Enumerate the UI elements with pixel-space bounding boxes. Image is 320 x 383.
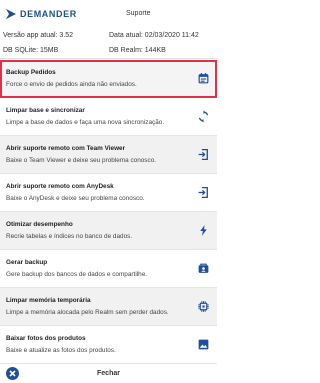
menu-item-desc: Limpe a memória alocada pelo Realm sem p… xyxy=(6,309,169,316)
menu-item-otimizar[interactable]: Otimizar desempenho Recrie tabelas e índ… xyxy=(0,212,217,250)
brand-name: DEMANDER xyxy=(20,9,77,19)
menu-item-desc: Baixe e atualize as fotos dos produtos. xyxy=(6,347,116,354)
sqlite-size-text: DB SQLite: 15MB xyxy=(3,47,59,54)
info-row-db: DB SQLite: 15MB DB Realm: 144KB xyxy=(0,44,217,59)
app-header: DEMANDER Suporte xyxy=(0,0,217,30)
menu-item-desc: Recrie tabelas e índices no banco de dad… xyxy=(6,233,133,240)
menu-item-limpar-memoria[interactable]: Limpar memória temporária Limpe a memóri… xyxy=(0,288,217,326)
menu-item-teamviewer[interactable]: Abrir suporte remoto com Team Viewer Bai… xyxy=(0,136,217,174)
image-icon xyxy=(198,339,209,350)
menu-item-desc: Limpe a base de dados e faça uma nova si… xyxy=(6,119,165,126)
current-date-text: Data atual: 02/03/2020 11:42 xyxy=(109,32,199,39)
realm-size-text: DB Realm: 144KB xyxy=(109,47,166,54)
menu-item-title: Abrir suporte remoto com Team Viewer xyxy=(6,145,126,152)
menu-item-title: Limpar memória temporária xyxy=(6,297,91,304)
menu-item-desc: Force o envio de pedidos ainda não envia… xyxy=(6,81,137,88)
sync-icon xyxy=(198,110,209,123)
menu-item-title: Gerar backup xyxy=(6,259,48,266)
menu-item-anydesk[interactable]: Abrir suporte remoto com AnyDesk Baixe o… xyxy=(0,174,217,212)
app-version-text: Versão app atual: 3.52 xyxy=(3,32,74,39)
menu-item-limpar-base[interactable]: Limpar base e sincronizar Limpe a base d… xyxy=(0,98,217,136)
menu-item-title: Backup Pedidos xyxy=(6,69,56,76)
page-title: Suporte xyxy=(126,10,151,17)
menu-item-desc: Baixe o Team Viewer e deixe seu problema… xyxy=(6,157,157,164)
menu-item-gerar-backup[interactable]: Gerar backup Gere backup dos bancos de d… xyxy=(0,250,217,288)
footer-bar: Fechar xyxy=(0,363,217,383)
memory-icon xyxy=(198,301,209,312)
info-row-version: Versão app atual: 3.52 Data atual: 02/03… xyxy=(0,29,217,44)
bolt-icon xyxy=(200,225,207,236)
menu-item-backup-pedidos[interactable]: Backup Pedidos Force o envio de pedidos … xyxy=(0,60,217,98)
open-in-icon xyxy=(198,148,208,161)
menu-item-title: Limpar base e sincronizar xyxy=(6,107,85,114)
demander-logo: DEMANDER xyxy=(5,8,77,20)
open-in-icon xyxy=(198,186,208,199)
calendar-icon xyxy=(198,73,209,84)
menu-item-title: Otimizar desempenho xyxy=(6,221,73,228)
share-icon xyxy=(198,263,209,273)
demander-logo-mark xyxy=(6,9,16,19)
close-button[interactable]: Fechar xyxy=(0,370,217,377)
menu-item-desc: Gere backup dos bancos de dados e compar… xyxy=(6,271,148,278)
menu-item-title: Abrir suporte remoto com AnyDesk xyxy=(6,183,114,190)
menu-item-title: Baixar fotos dos produtos xyxy=(6,335,86,342)
menu-item-desc: Baixe o AnyDesk e deixe seu problema con… xyxy=(6,195,145,202)
menu-item-baixar-fotos[interactable]: Baixar fotos dos produtos Baixe e atuali… xyxy=(0,326,217,364)
